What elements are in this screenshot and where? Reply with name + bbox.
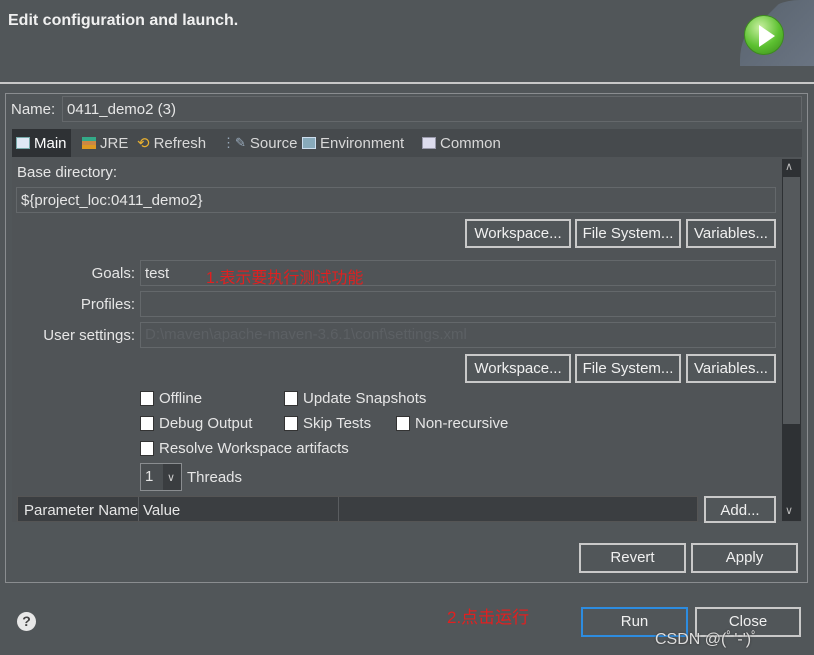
scroll-down-icon[interactable]: ∨ bbox=[785, 504, 793, 517]
tab-label: Refresh bbox=[153, 134, 207, 152]
tab-label: Common bbox=[440, 134, 501, 152]
tab-environment[interactable]: Environment bbox=[298, 129, 408, 157]
skip-tests-checkbox[interactable]: Skip Tests bbox=[284, 415, 371, 432]
main-tab-icon bbox=[16, 137, 30, 149]
tab-common[interactable]: Common bbox=[418, 129, 505, 157]
checkbox-label: Update Snapshots bbox=[303, 390, 427, 407]
tab-bar: Main JRE ⟲ Refresh ⋮✎ Source Environment C… bbox=[12, 129, 802, 157]
file-system-button-2[interactable]: File System... bbox=[575, 354, 681, 383]
name-label: Name: bbox=[11, 101, 56, 118]
checkbox-label: Non-recursive bbox=[415, 415, 509, 432]
goals-annotation: 1.表示要执行测试功能 bbox=[206, 270, 364, 287]
workspace-button[interactable]: Workspace... bbox=[465, 219, 571, 248]
column-header-value[interactable]: Value bbox=[139, 497, 339, 521]
checkbox-box[interactable] bbox=[140, 391, 154, 406]
file-system-button[interactable]: File System... bbox=[575, 219, 681, 248]
checkbox-box[interactable] bbox=[396, 416, 410, 431]
variables-button[interactable]: Variables... bbox=[686, 219, 776, 248]
revert-button[interactable]: Revert bbox=[579, 543, 686, 573]
scrollbar-thumb[interactable] bbox=[783, 177, 800, 424]
checkbox-box[interactable] bbox=[140, 441, 154, 456]
profiles-input[interactable] bbox=[140, 291, 776, 317]
checkbox-label: Offline bbox=[159, 390, 203, 407]
header-divider bbox=[0, 82, 814, 84]
tab-refresh[interactable]: ⟲ Refresh bbox=[133, 129, 210, 157]
checkbox-label: Skip Tests bbox=[303, 415, 372, 432]
column-header-parameter-name[interactable]: Parameter Name bbox=[18, 497, 139, 521]
tab-source[interactable]: ⋮✎ Source bbox=[218, 129, 301, 157]
name-input[interactable] bbox=[62, 96, 802, 122]
apply-button[interactable]: Apply bbox=[691, 543, 798, 573]
goals-label: Goals: bbox=[91, 265, 135, 282]
non-recursive-checkbox[interactable]: Non-recursive bbox=[396, 415, 508, 432]
threads-value: 1 bbox=[141, 464, 163, 490]
refresh-icon: ⟲ bbox=[137, 135, 150, 152]
tab-main[interactable]: Main bbox=[12, 129, 71, 157]
environment-icon bbox=[302, 137, 316, 149]
chevron-down-icon: ∨ bbox=[167, 471, 176, 484]
update-snapshots-checkbox[interactable]: Update Snapshots bbox=[284, 390, 426, 407]
parameters-table-header: Parameter Name Value bbox=[17, 496, 698, 522]
common-icon bbox=[422, 137, 436, 149]
tab-label: Main bbox=[34, 134, 67, 152]
watermark: CSDN @(ﾟ'-')ﾟ bbox=[655, 631, 760, 648]
threads-label: Threads bbox=[187, 469, 243, 486]
add-parameter-button[interactable]: Add... bbox=[704, 496, 776, 523]
base-directory-input[interactable] bbox=[16, 187, 776, 213]
workspace-button-2[interactable]: Workspace... bbox=[465, 354, 571, 383]
checkbox-box[interactable] bbox=[284, 391, 298, 406]
user-settings-input[interactable]: D:\maven\apache-maven-3.6.1\conf\setting… bbox=[140, 322, 776, 348]
resolve-workspace-checkbox[interactable]: Resolve Workspace artifacts bbox=[140, 440, 349, 457]
run-launch-icon bbox=[744, 15, 784, 55]
dialog-title: Edit configuration and launch. bbox=[8, 12, 239, 29]
profiles-label: Profiles: bbox=[80, 296, 135, 313]
tab-jre[interactable]: JRE bbox=[78, 129, 132, 157]
run-annotation: 2.点击运行 bbox=[447, 608, 530, 627]
scroll-up-icon[interactable]: ∧ bbox=[785, 160, 793, 173]
checkbox-box[interactable] bbox=[140, 416, 154, 431]
debug-output-checkbox[interactable]: Debug Output bbox=[140, 415, 252, 432]
tab-label: Environment bbox=[320, 134, 405, 152]
variables-button-2[interactable]: Variables... bbox=[686, 354, 776, 383]
base-directory-label: Base directory: bbox=[17, 164, 118, 181]
checkbox-label: Debug Output bbox=[159, 415, 253, 432]
help-icon[interactable]: ? bbox=[17, 612, 36, 631]
user-settings-label: User settings: bbox=[43, 327, 135, 344]
offline-checkbox[interactable]: Offline bbox=[140, 390, 202, 407]
tab-label: JRE bbox=[100, 134, 129, 152]
tab-label: Source bbox=[249, 134, 298, 152]
checkbox-label: Resolve Workspace artifacts bbox=[159, 440, 349, 457]
checkbox-box[interactable] bbox=[284, 416, 298, 431]
source-icon: ⋮✎ bbox=[222, 135, 246, 150]
threads-select[interactable]: 1 ∨ bbox=[140, 463, 182, 491]
jre-icon bbox=[82, 137, 96, 149]
